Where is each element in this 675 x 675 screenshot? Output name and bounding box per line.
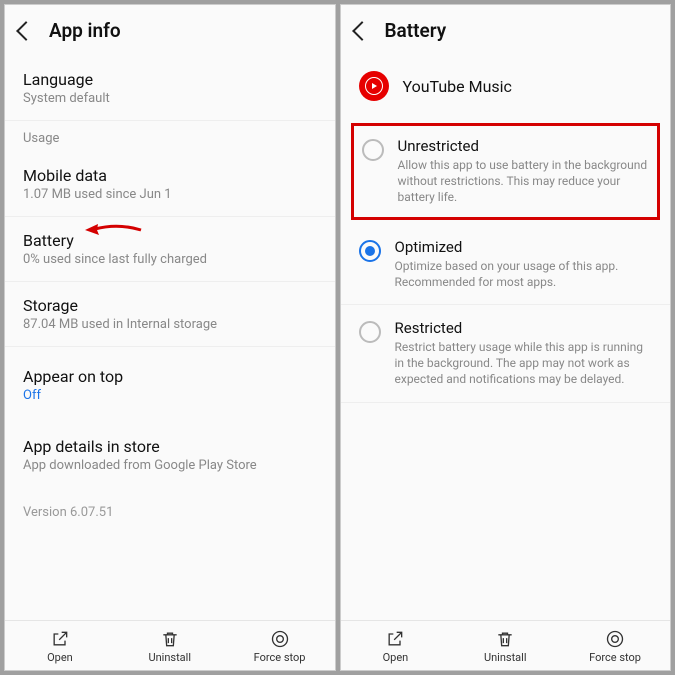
- appear-title: Appear on top: [23, 367, 317, 386]
- open-label: Open: [383, 651, 409, 664]
- mobile-data-item[interactable]: Mobile data 1.07 MB used since Jun 1: [5, 152, 335, 217]
- radio-icon[interactable]: [359, 321, 381, 343]
- optimized-desc: Optimize based on your usage of this app…: [395, 258, 653, 290]
- details-title: App details in store: [23, 437, 317, 456]
- content: Language System default Usage Mobile dat…: [5, 56, 335, 620]
- restricted-option[interactable]: Restricted Restrict battery usage while …: [341, 305, 671, 403]
- language-item[interactable]: Language System default: [5, 56, 335, 121]
- battery-title: Battery: [23, 231, 317, 250]
- usage-section-label: Usage: [5, 121, 335, 152]
- phone-app-info: App info Language System default Usage M…: [4, 4, 336, 671]
- open-button[interactable]: Open: [341, 621, 451, 670]
- storage-sub: 87.04 MB used in Internal storage: [23, 317, 317, 332]
- unrestricted-title: Unrestricted: [398, 137, 650, 155]
- radio-text: Optimized Optimize based on your usage o…: [395, 238, 653, 290]
- radio-icon[interactable]: [359, 240, 381, 262]
- page-title: App info: [49, 19, 121, 42]
- app-row: YouTube Music: [341, 56, 671, 119]
- mobile-data-title: Mobile data: [23, 166, 317, 185]
- trash-icon: [495, 629, 515, 649]
- restricted-title: Restricted: [395, 319, 653, 337]
- youtube-music-icon: [359, 71, 389, 101]
- battery-item[interactable]: Battery 0% used since last fully charged: [5, 217, 335, 282]
- force-stop-button[interactable]: Force stop: [560, 621, 670, 670]
- open-button[interactable]: Open: [5, 621, 115, 670]
- page-title: Battery: [385, 19, 447, 42]
- unrestricted-option[interactable]: Unrestricted Allow this app to use batte…: [351, 123, 661, 220]
- force-stop-icon: [270, 629, 290, 649]
- trash-icon: [160, 629, 180, 649]
- language-title: Language: [23, 70, 317, 89]
- storage-item[interactable]: Storage 87.04 MB used in Internal storag…: [5, 282, 335, 347]
- app-details-item[interactable]: App details in store App downloaded from…: [5, 417, 335, 487]
- uninstall-button[interactable]: Uninstall: [450, 621, 560, 670]
- radio-text: Unrestricted Allow this app to use batte…: [398, 137, 650, 206]
- uninstall-label: Uninstall: [148, 651, 191, 664]
- header: Battery: [341, 5, 671, 56]
- force-label: Force stop: [254, 651, 306, 664]
- details-sub: App downloaded from Google Play Store: [23, 458, 317, 473]
- open-label: Open: [47, 651, 73, 664]
- back-icon[interactable]: [16, 21, 36, 41]
- force-stop-button[interactable]: Force stop: [225, 621, 335, 670]
- open-icon: [385, 629, 405, 649]
- restricted-desc: Restrict battery usage while this app is…: [395, 339, 653, 388]
- storage-title: Storage: [23, 296, 317, 315]
- force-label: Force stop: [589, 651, 641, 664]
- header: App info: [5, 5, 335, 56]
- optimized-title: Optimized: [395, 238, 653, 256]
- appear-sub: Off: [23, 388, 317, 403]
- unrestricted-desc: Allow this app to use battery in the bac…: [398, 157, 650, 206]
- force-stop-icon: [605, 629, 625, 649]
- language-sub: System default: [23, 91, 317, 106]
- radio-icon[interactable]: [362, 139, 384, 161]
- app-name: YouTube Music: [403, 77, 512, 96]
- back-icon[interactable]: [352, 21, 372, 41]
- phone-battery: Battery YouTube Music Unrestricted Allow…: [340, 4, 672, 671]
- version-text: Version 6.07.51: [5, 487, 335, 538]
- radio-text: Restricted Restrict battery usage while …: [395, 319, 653, 388]
- content: YouTube Music Unrestricted Allow this ap…: [341, 56, 671, 620]
- mobile-data-sub: 1.07 MB used since Jun 1: [23, 187, 317, 202]
- bottom-bar: Open Uninstall Force stop: [341, 620, 671, 670]
- bottom-bar: Open Uninstall Force stop: [5, 620, 335, 670]
- appear-on-top-item[interactable]: Appear on top Off: [5, 347, 335, 417]
- open-icon: [50, 629, 70, 649]
- uninstall-button[interactable]: Uninstall: [115, 621, 225, 670]
- battery-sub: 0% used since last fully charged: [23, 252, 317, 267]
- optimized-option[interactable]: Optimized Optimize based on your usage o…: [341, 224, 671, 305]
- uninstall-label: Uninstall: [484, 651, 527, 664]
